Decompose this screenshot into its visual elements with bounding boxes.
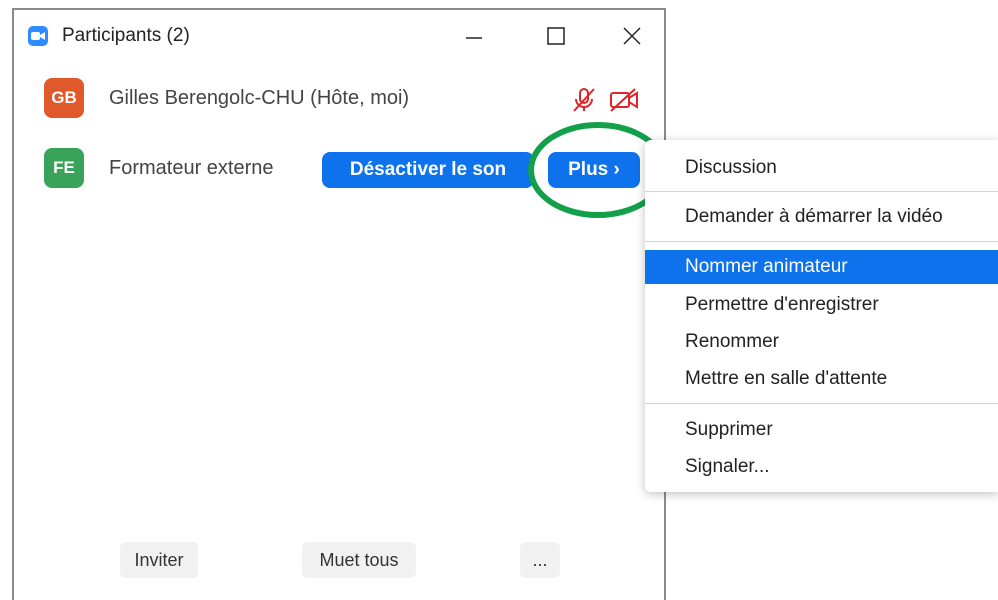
menu-item-allow-record[interactable]: Permettre d'enregistrer	[645, 288, 998, 322]
mic-muted-icon[interactable]	[570, 86, 598, 114]
menu-item-request-video[interactable]: Demander à démarrer la vidéo	[645, 200, 998, 234]
avatar-initials: GB	[51, 88, 77, 107]
more-actions-button[interactable]: ...	[520, 542, 560, 578]
title-bar[interactable]: Participants (2)	[14, 10, 664, 62]
minimize-button[interactable]	[454, 20, 494, 52]
window-title: Participants (2)	[62, 25, 190, 46]
minimize-icon	[466, 37, 482, 39]
avatar-initials: FE	[53, 158, 75, 177]
close-icon	[623, 27, 641, 45]
zoom-app-icon	[28, 26, 48, 46]
maximize-button[interactable]	[536, 20, 576, 52]
menu-item-rename[interactable]: Renommer	[645, 325, 998, 359]
menu-separator	[645, 403, 998, 404]
avatar: GB	[44, 78, 84, 118]
menu-item-make-cohost[interactable]: Nommer animateur	[645, 250, 998, 284]
mute-participant-button[interactable]: Désactiver le son	[322, 152, 534, 188]
menu-item-waiting-room[interactable]: Mettre en salle d'attente	[645, 362, 998, 396]
mute-all-button[interactable]: Muet tous	[302, 542, 416, 578]
participant-row[interactable]: GB Gilles Berengolc-CHU (Hôte, moi)	[14, 70, 664, 130]
context-menu: Discussion Demander à démarrer la vidéo …	[645, 140, 998, 492]
participants-window: Participants (2) GB Gilles Berengolc-CHU…	[12, 8, 666, 600]
menu-item-discussion[interactable]: Discussion	[645, 151, 998, 185]
maximize-icon	[547, 27, 565, 45]
menu-item-report[interactable]: Signaler...	[645, 450, 998, 484]
camera-off-icon[interactable]	[608, 86, 640, 114]
menu-separator	[645, 241, 998, 242]
participant-name: Formateur externe	[109, 157, 274, 179]
close-button[interactable]	[612, 20, 652, 52]
participant-name: Gilles Berengolc-CHU (Hôte, moi)	[109, 87, 410, 109]
invite-button[interactable]: Inviter	[120, 542, 198, 578]
avatar: FE	[44, 148, 84, 188]
menu-item-remove[interactable]: Supprimer	[645, 413, 998, 447]
menu-separator	[645, 191, 998, 192]
